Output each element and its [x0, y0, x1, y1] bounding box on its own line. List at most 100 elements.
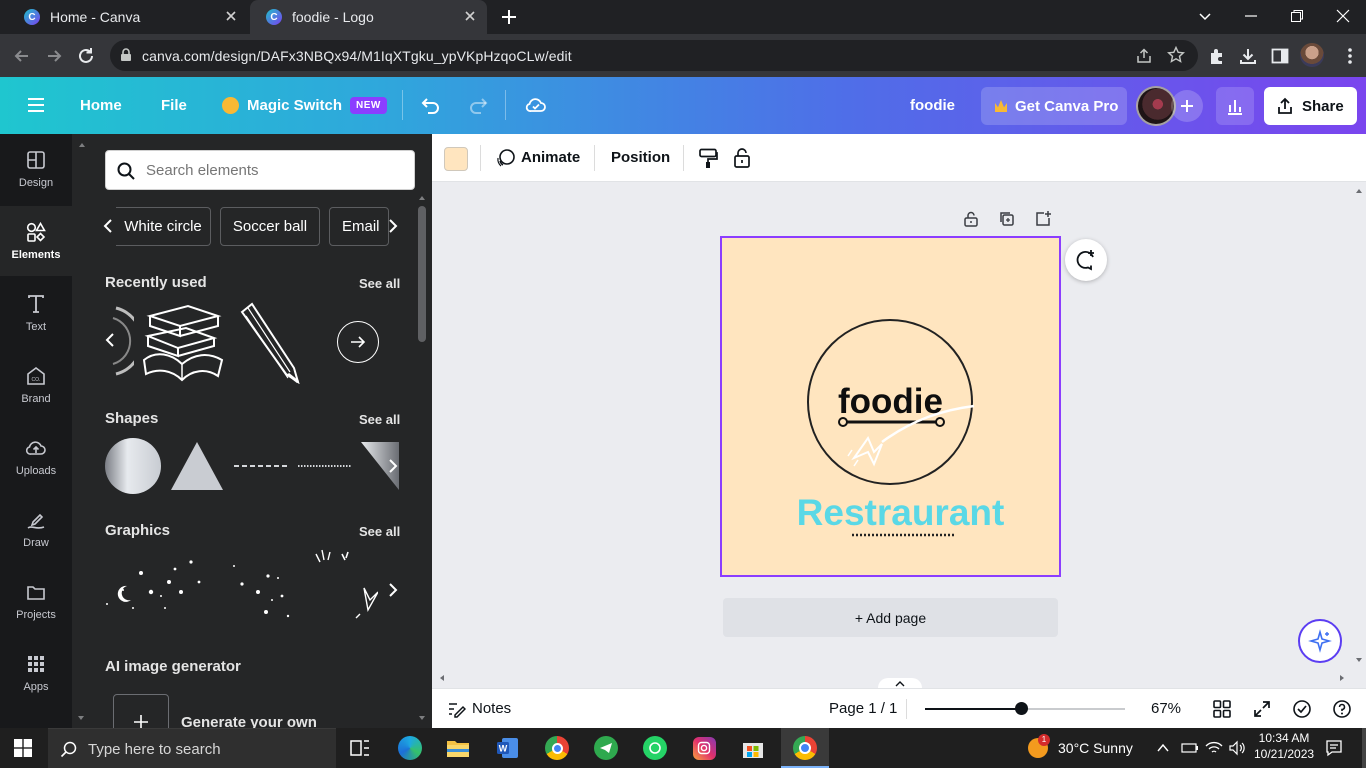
outer-scroll-down-icon[interactable]	[77, 714, 85, 722]
chips-left-arrow-icon[interactable]	[103, 218, 113, 234]
show-desktop-button[interactable]	[1362, 728, 1366, 768]
chips-right-arrow-icon[interactable]	[388, 218, 398, 234]
tray-chevron-up-icon[interactable]	[1156, 742, 1170, 754]
forward-icon[interactable]	[44, 46, 64, 66]
triangle-shape[interactable]	[169, 440, 225, 492]
menu-icon[interactable]	[26, 95, 46, 115]
browser-menu-icon[interactable]	[1340, 46, 1360, 66]
sparkle-stars-graphic[interactable]	[228, 556, 308, 622]
invite-plus-icon[interactable]	[1171, 90, 1203, 122]
moon-stars-graphic[interactable]	[103, 556, 213, 622]
microsoft-store-icon[interactable]	[737, 732, 769, 764]
chip-soccer-ball[interactable]: Soccer ball	[220, 207, 320, 246]
rail-item-brand[interactable]: CO. Brand	[0, 350, 72, 420]
generate-plus-icon[interactable]	[113, 694, 169, 728]
generate-your-own-label[interactable]: Generate your own	[181, 714, 317, 728]
share-button[interactable]: Share	[1264, 87, 1357, 125]
stacked-books-graphic[interactable]	[142, 302, 224, 382]
zoom-percentage[interactable]: 67%	[1151, 700, 1181, 717]
pencil-graphic[interactable]	[238, 302, 302, 384]
graphics-right-arrow-icon[interactable]	[388, 582, 398, 598]
whatsapp-icon[interactable]	[639, 732, 671, 764]
lock-page-icon[interactable]	[962, 210, 980, 228]
profile-avatar[interactable]	[1300, 43, 1324, 67]
rail-item-design[interactable]: Design	[0, 134, 72, 204]
lock-icon[interactable]	[120, 48, 132, 62]
subtitle-text[interactable]: Restraurant	[722, 492, 1079, 534]
canvas-scroll-right-icon[interactable]	[1338, 674, 1346, 682]
dotted-line-shape[interactable]	[297, 464, 353, 468]
notifications-icon[interactable]	[1325, 739, 1343, 757]
redo-icon[interactable]	[467, 94, 489, 116]
telegram-icon[interactable]	[590, 732, 622, 764]
background-color-swatch[interactable]	[444, 147, 468, 171]
rail-item-projects[interactable]: Projects	[0, 566, 72, 636]
bookmark-star-icon[interactable]	[1167, 46, 1185, 64]
reload-icon[interactable]	[76, 46, 96, 66]
check-circle-icon[interactable]	[1292, 699, 1312, 719]
help-icon[interactable]	[1332, 699, 1352, 719]
circle-shape[interactable]	[105, 438, 161, 494]
rail-item-elements[interactable]: Elements	[0, 206, 72, 276]
user-avatar[interactable]	[1136, 86, 1176, 126]
rail-item-draw[interactable]: Draw	[0, 494, 72, 564]
magic-switch-button[interactable]: Magic Switch NEW	[222, 77, 387, 134]
word-app-icon[interactable]: W	[492, 732, 524, 764]
panel-scroll-thumb[interactable]	[418, 206, 426, 342]
restore-icon[interactable]	[1274, 0, 1320, 32]
position-button[interactable]: Position	[611, 149, 670, 166]
chrome-canva-active-icon[interactable]	[781, 728, 829, 768]
instagram-icon[interactable]	[688, 732, 720, 764]
design-artboard[interactable]: foodie Restraurant	[720, 236, 1061, 577]
canvas-scroll-down-icon[interactable]	[1355, 656, 1363, 664]
close-tab-icon[interactable]	[463, 9, 477, 23]
rail-item-uploads[interactable]: Uploads	[0, 422, 72, 492]
battery-icon[interactable]	[1181, 742, 1199, 754]
browser-tab-home[interactable]: C Home - Canva	[8, 0, 248, 34]
back-icon[interactable]	[12, 46, 32, 66]
close-tab-icon[interactable]	[224, 9, 238, 23]
file-button[interactable]: File	[161, 77, 187, 134]
browser-tab-foodie[interactable]: C foodie - Logo	[250, 0, 487, 34]
animate-button[interactable]: Animate	[521, 149, 580, 166]
volume-icon[interactable]	[1228, 740, 1246, 756]
duplicate-page-icon[interactable]	[998, 210, 1016, 228]
canvas-scroll-up-icon[interactable]	[1355, 187, 1363, 195]
insights-chart-icon[interactable]	[1216, 87, 1254, 125]
notes-icon[interactable]	[446, 699, 466, 719]
animate-icon[interactable]	[496, 148, 516, 168]
arrow-circle-graphic[interactable]	[337, 321, 379, 363]
file-explorer-icon[interactable]	[442, 732, 474, 764]
home-button[interactable]: Home	[80, 77, 122, 134]
fullscreen-icon[interactable]	[1252, 699, 1272, 719]
chip-email[interactable]: Email	[329, 207, 389, 246]
new-tab-icon[interactable]	[500, 8, 518, 26]
address-bar[interactable]: canva.com/design/DAFx3NBQx94/M1IqXTgku_y…	[110, 40, 1198, 71]
share-page-icon[interactable]	[1135, 47, 1153, 65]
outer-scrollbar[interactable]	[78, 140, 85, 722]
taskbar-search-box[interactable]: Type here to search	[48, 728, 336, 768]
shooting-star-graphic[interactable]	[308, 548, 378, 622]
magic-assistant-button[interactable]	[1298, 619, 1342, 663]
weather-text[interactable]: 30°C Sunny	[1058, 728, 1133, 768]
search-input[interactable]: Search elements	[105, 150, 415, 190]
add-page-icon[interactable]	[1034, 210, 1052, 228]
add-page-button[interactable]: + Add page	[723, 598, 1058, 637]
notes-button[interactable]: Notes	[472, 700, 511, 717]
recently-used-see-all[interactable]: See all	[359, 276, 400, 291]
page-indicator[interactable]: Page 1 / 1	[829, 700, 897, 717]
side-panel-icon[interactable]	[1270, 46, 1290, 66]
rail-item-text[interactable]: Text	[0, 278, 72, 348]
cloud-saved-icon[interactable]	[524, 93, 548, 117]
recent-partial-circle[interactable]	[112, 306, 134, 376]
minimize-icon[interactable]	[1228, 0, 1274, 32]
shapes-right-arrow-icon[interactable]	[388, 458, 398, 474]
add-comment-button[interactable]	[1065, 239, 1107, 281]
graphics-see-all[interactable]: See all	[359, 524, 400, 539]
rail-item-apps[interactable]: Apps	[0, 638, 72, 708]
task-view-icon[interactable]	[344, 732, 376, 764]
shapes-see-all[interactable]: See all	[359, 412, 400, 427]
copy-style-icon[interactable]	[697, 147, 719, 169]
canvas-scroll-left-icon[interactable]	[438, 674, 446, 682]
edge-browser-icon[interactable]	[394, 732, 426, 764]
